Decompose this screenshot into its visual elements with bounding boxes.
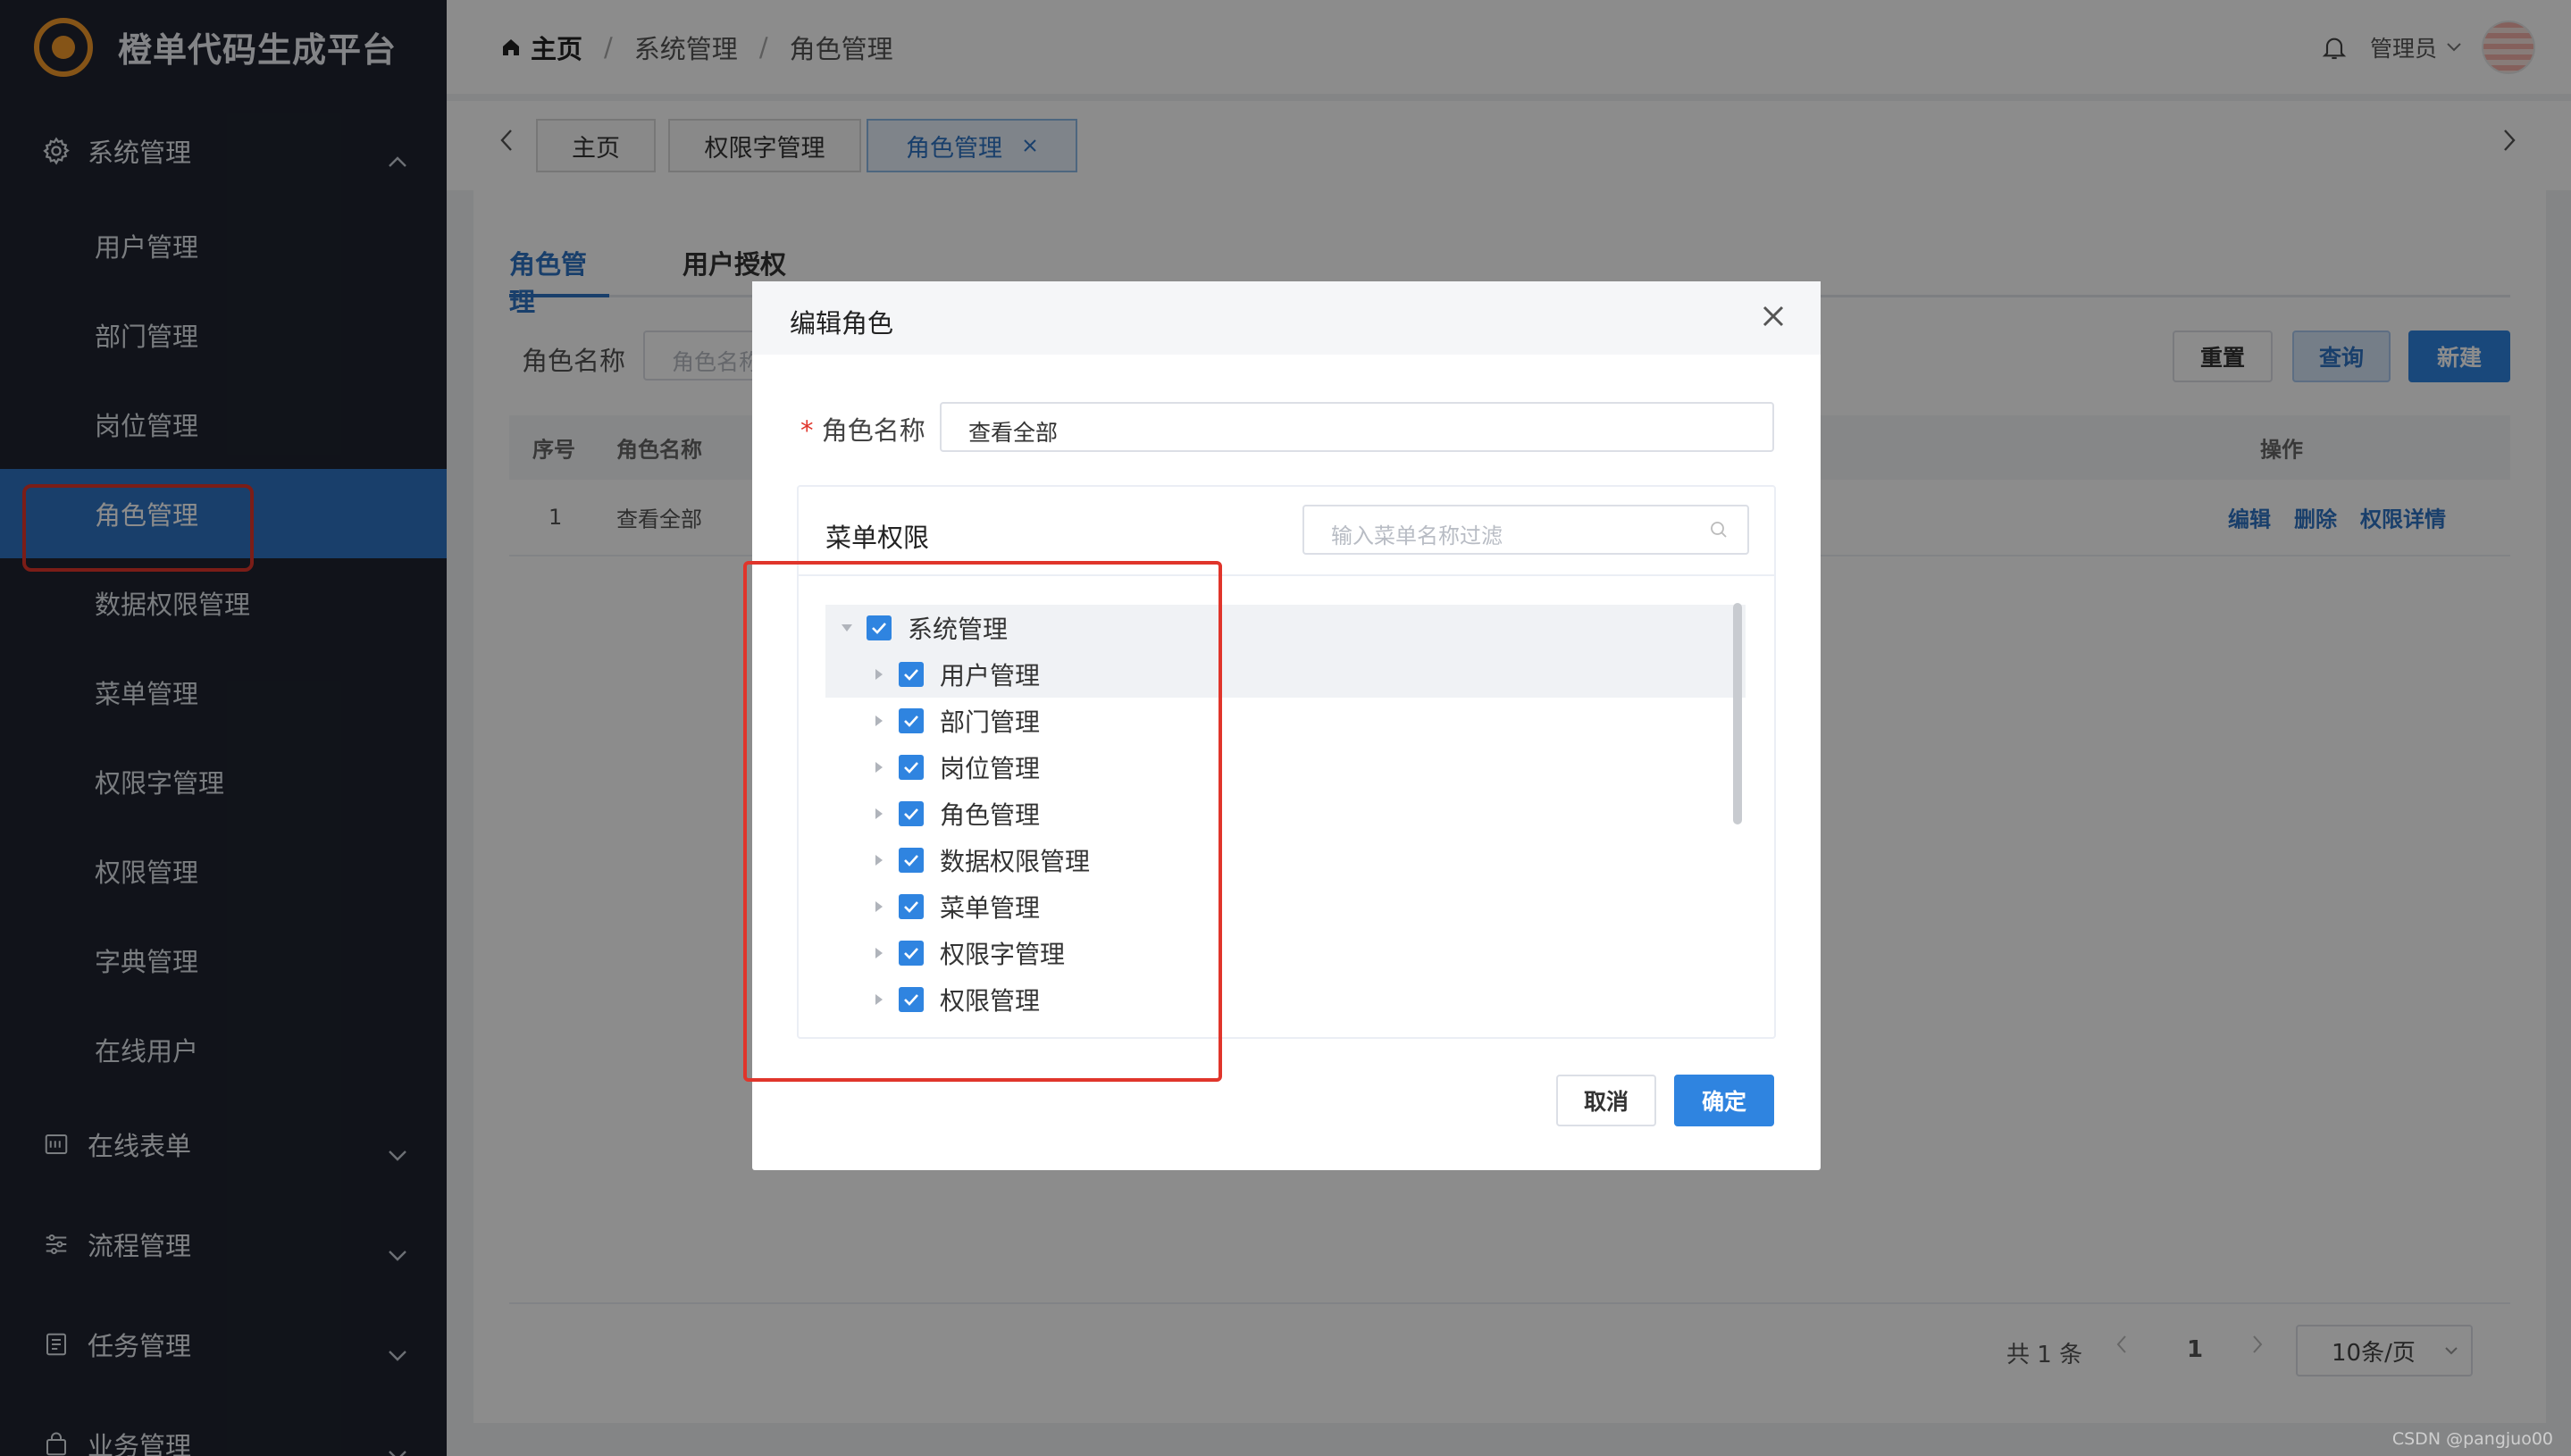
menu-filter-input[interactable]: 输入菜单名称过滤 (1302, 505, 1749, 555)
dialog-title: 编辑角色 (790, 308, 894, 339)
dialog-header: 编辑角色 (752, 281, 1821, 355)
required-mark: * (800, 415, 814, 446)
close-icon[interactable] (1760, 303, 1787, 333)
edit-role-dialog: 编辑角色 * 角色名称 查看全部 菜单权限 输入菜单名称过滤 系统管理 用户管理 (743, 281, 1821, 1170)
cancel-button[interactable]: 取消 (1556, 1075, 1656, 1126)
watermark: CSDN @pangjuo00 (2391, 1429, 2553, 1449)
tree-scrollbar[interactable] (1733, 603, 1742, 824)
role-name-label: * 角色名称 (800, 410, 925, 448)
annotation-highlight-tree (743, 561, 1222, 1082)
menu-permission-title: 菜单权限 (825, 523, 930, 553)
role-name-input[interactable]: 查看全部 (940, 402, 1774, 452)
search-icon (1708, 519, 1729, 546)
menu-filter-placeholder: 输入菜单名称过滤 (1331, 523, 1503, 548)
role-name-label-text: 角色名称 (821, 415, 925, 446)
confirm-button[interactable]: 确定 (1674, 1075, 1774, 1126)
